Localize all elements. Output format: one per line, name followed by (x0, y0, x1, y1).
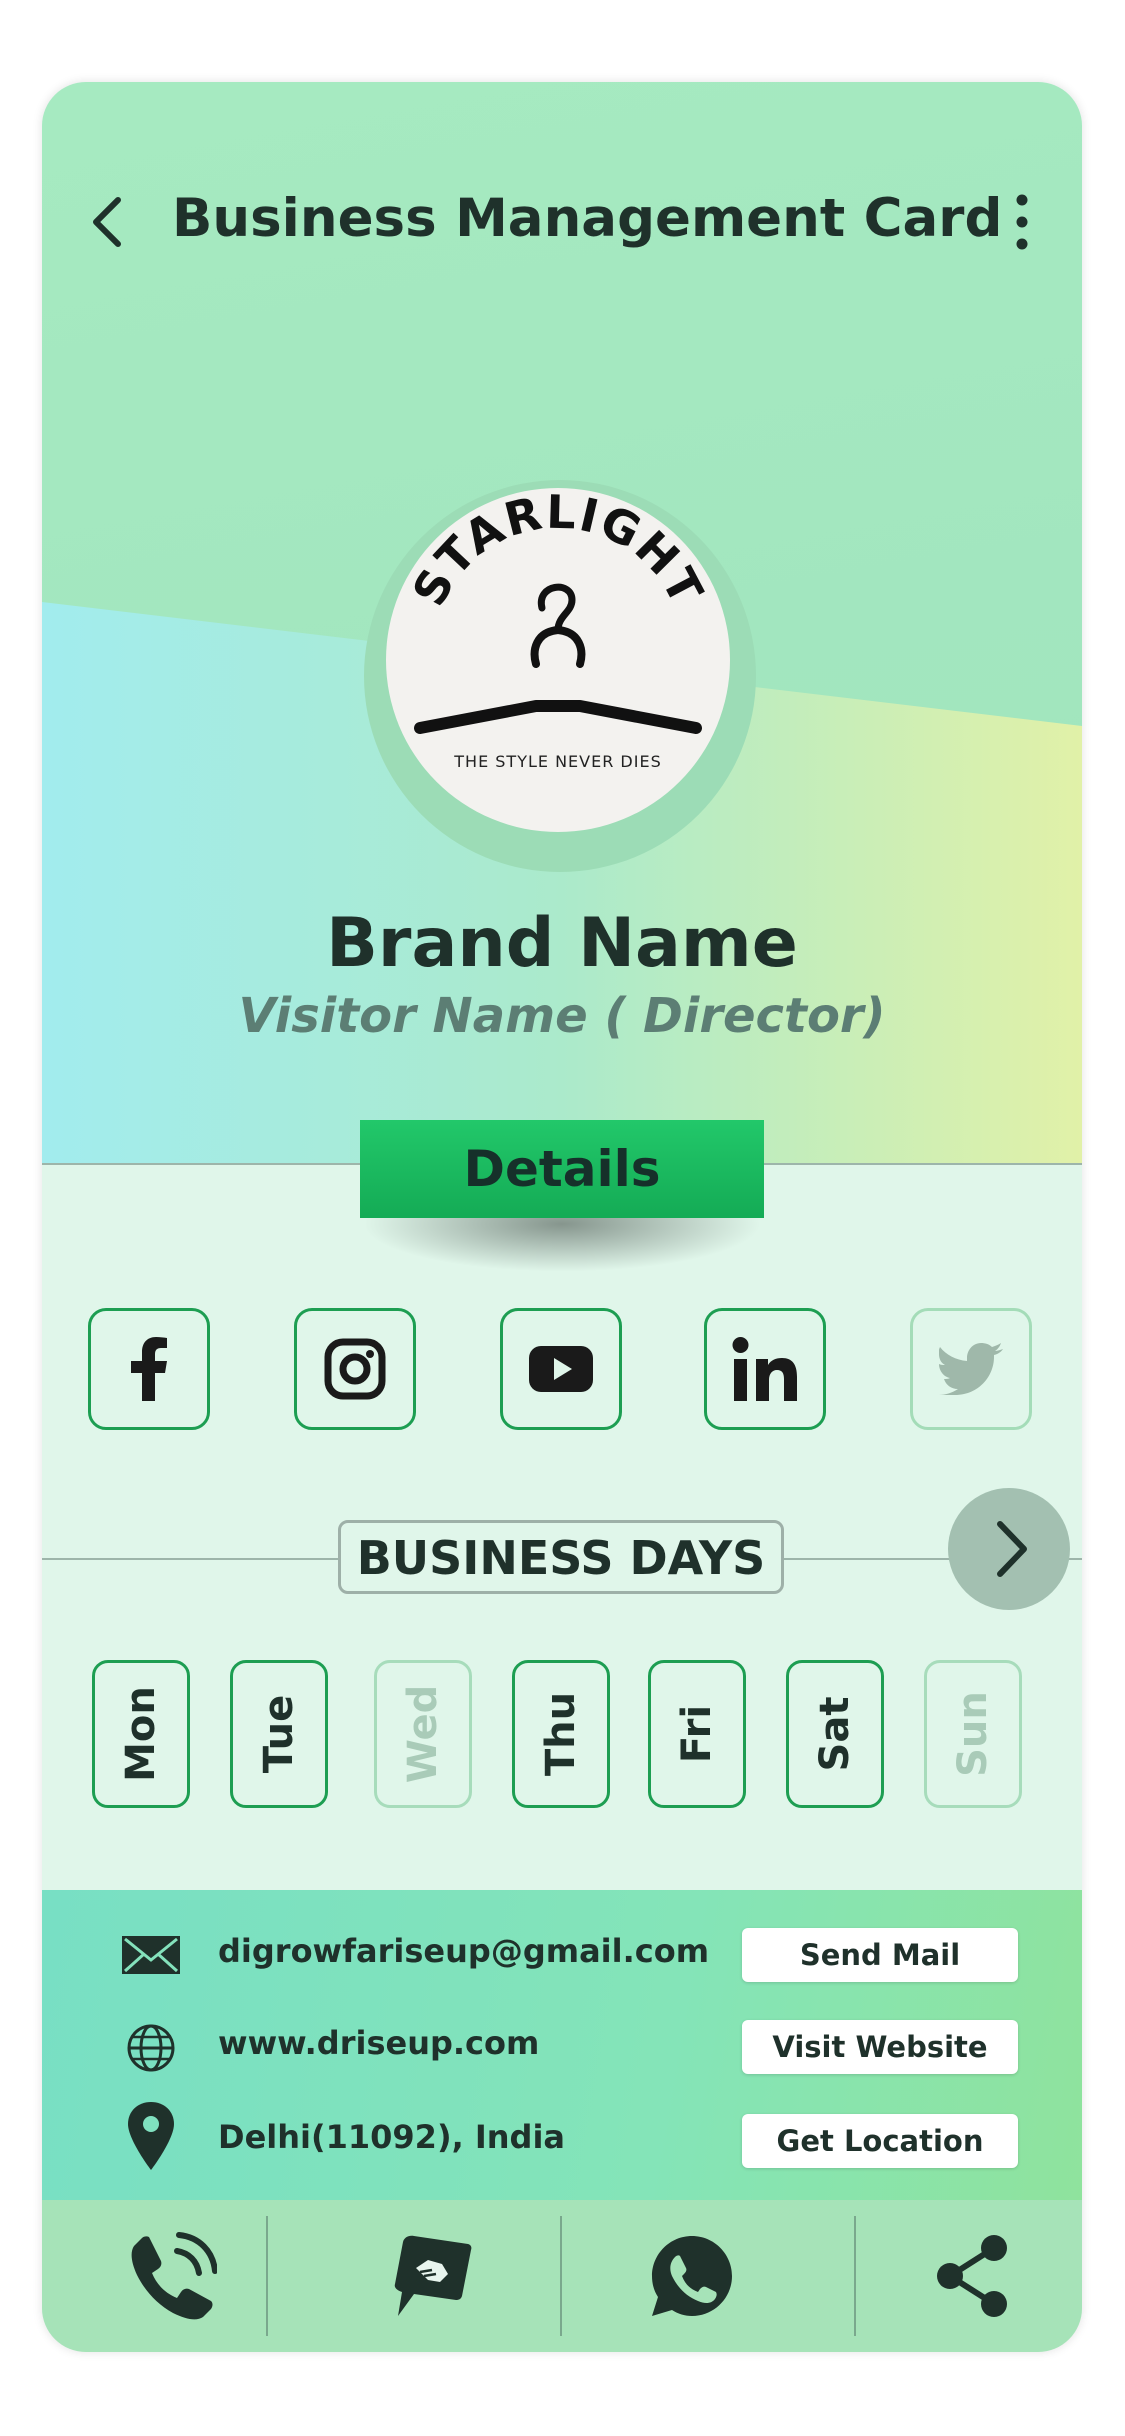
brand-logo: STARLIGHT THE STYLE NEVER DIES (386, 488, 730, 832)
bottom-action-bar (42, 2200, 1082, 2352)
day-label: Wed (400, 1684, 446, 1784)
business-days-label: BUSINESS DAYS (338, 1520, 784, 1594)
brand-name: Brand Name (326, 904, 798, 983)
logo-tagline: THE STYLE NEVER DIES (454, 752, 662, 771)
facebook-icon (131, 1337, 167, 1401)
more-vertical-icon (1016, 194, 1028, 250)
more-menu-button[interactable] (1002, 190, 1042, 254)
contact-location: Delhi(11092), India (218, 2118, 566, 2156)
hanger-icon: STARLIGHT (402, 488, 715, 734)
day-label: Fri (674, 1704, 720, 1764)
whatsapp-icon (652, 2236, 732, 2316)
visitor-name: Visitor Name ( Director) (238, 988, 886, 1044)
details-tab-shadow (362, 1212, 762, 1272)
day-wed: Wed (374, 1660, 472, 1808)
day-sun: Sun (924, 1660, 1022, 1808)
day-thu: Thu (512, 1660, 610, 1808)
linkedin-button[interactable] (704, 1308, 826, 1430)
twitter-button[interactable] (910, 1308, 1032, 1430)
share-button[interactable] (842, 2200, 1082, 2352)
day-sat: Sat (786, 1660, 884, 1808)
day-tue: Tue (230, 1660, 328, 1808)
mail-icon (120, 1924, 182, 1984)
get-location-button[interactable]: Get Location (742, 2114, 1018, 2168)
contact-section: digrowfariseup@gmail.com Send Mail www.d… (42, 1890, 1082, 2200)
page-title: Business Management Card (172, 188, 1003, 249)
chevron-right-icon (997, 1521, 1027, 1577)
back-button[interactable] (78, 192, 138, 252)
call-button[interactable] (42, 2200, 302, 2352)
whatsapp-button[interactable] (562, 2200, 822, 2352)
day-fri: Fri (648, 1660, 746, 1808)
business-card: Business Management Card STARLIGHT THE S… (42, 82, 1082, 2352)
youtube-icon (529, 1346, 593, 1392)
business-days-next-button[interactable] (948, 1488, 1070, 1610)
details-tab[interactable]: Details (360, 1120, 764, 1218)
contact-location-row: Delhi(11092), India Get Location (42, 2102, 1082, 2170)
handshake-button[interactable] (302, 2200, 562, 2352)
phone-call-icon (131, 2232, 217, 2320)
share-icon (937, 2235, 1007, 2317)
logo-brand-text: STARLIGHT (402, 488, 713, 614)
day-mon: Mon (92, 1660, 190, 1808)
visit-website-button[interactable]: Visit Website (742, 2020, 1018, 2074)
day-label: Tue (256, 1694, 302, 1774)
youtube-button[interactable] (500, 1308, 622, 1430)
day-label: Thu (538, 1691, 584, 1777)
nav-separator (266, 2216, 268, 2336)
hero-header: Business Management Card STARLIGHT THE S… (42, 82, 1082, 1164)
day-label: Sat (812, 1696, 858, 1772)
day-label: Mon (118, 1686, 164, 1782)
top-bar: Business Management Card (42, 182, 1082, 262)
day-label: Sun (950, 1691, 996, 1777)
location-pin-icon (120, 2102, 182, 2170)
instagram-icon (324, 1338, 386, 1400)
chevron-left-icon (93, 197, 121, 247)
instagram-button[interactable] (294, 1308, 416, 1430)
contact-email: digrowfariseup@gmail.com (218, 1932, 710, 1970)
contact-website: www.driseup.com (218, 2024, 540, 2062)
globe-icon (120, 2016, 182, 2076)
contact-email-row: digrowfariseup@gmail.com Send Mail (42, 1924, 1082, 1984)
send-mail-button[interactable]: Send Mail (742, 1928, 1018, 1982)
svg-text:STARLIGHT: STARLIGHT (402, 488, 715, 614)
contact-website-row: www.driseup.com Visit Website (42, 2016, 1082, 2076)
linkedin-icon (732, 1337, 797, 1401)
facebook-button[interactable] (88, 1308, 210, 1430)
twitter-icon (939, 1343, 1003, 1395)
handshake-icon (394, 2235, 472, 2316)
